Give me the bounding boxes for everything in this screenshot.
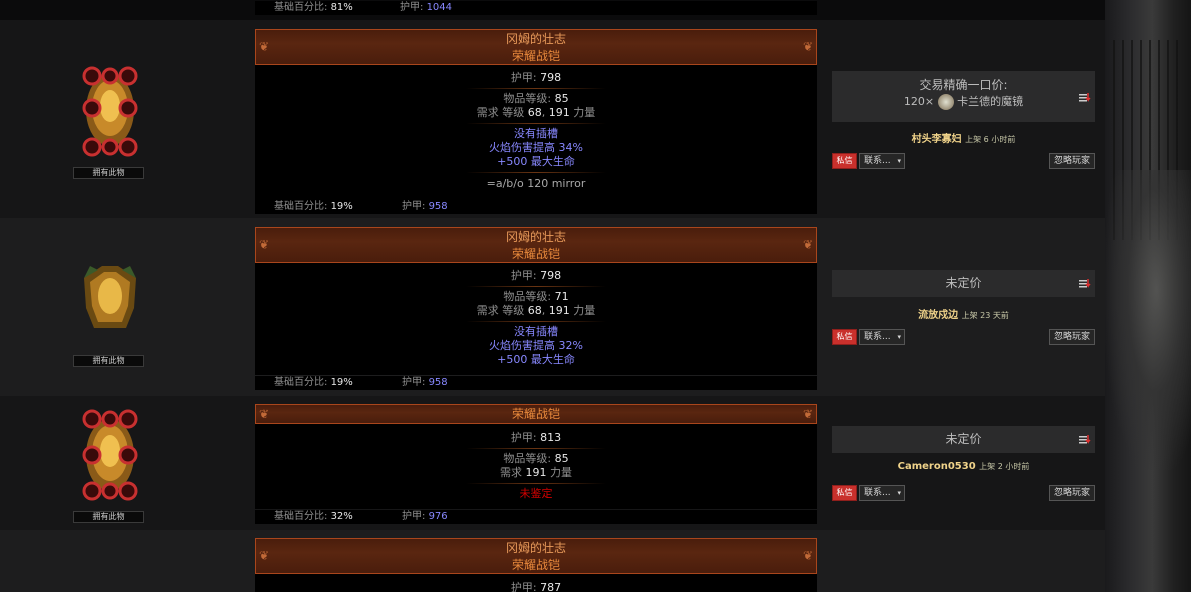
mod-line: +500 最大生命: [497, 353, 575, 366]
item-armour-icon[interactable]: [70, 405, 150, 505]
item-header: ❦ 荣耀战铠 ❦: [255, 404, 817, 424]
item-card[interactable]: ❦ 荣耀战铠 ❦ 护甲: 813 物品等级: 85 需求 191 力量 未鉴定: [255, 404, 817, 509]
ornament-left-icon: ❦: [259, 548, 270, 563]
listed-time: 上架 2 小时前: [979, 462, 1030, 471]
mod-line: 没有插槽: [514, 127, 558, 140]
seller-name[interactable]: 村头李寡妇: [912, 134, 962, 145]
seller-name[interactable]: 流放戍边: [918, 310, 958, 321]
owned-badge: 拥有此物: [73, 511, 144, 523]
separator: [466, 123, 606, 124]
item-footer: 基础百分比: 19% 护甲: 958: [255, 200, 817, 214]
item-card[interactable]: ❦ 冈姆的壮志 荣耀战铠 ❦ 护甲: 798 物品等级: 85 需求 等级 68…: [255, 29, 817, 200]
contact-dropdown[interactable]: 联系...: [859, 329, 905, 345]
price-title: 交易精确一口价:: [919, 78, 1008, 92]
separator: [466, 483, 606, 484]
whisper-button[interactable]: 私信: [832, 329, 857, 345]
previous-listing-footer: 基础百分比: 81% 护甲: 1044: [255, 1, 817, 15]
item-name: 冈姆的壮志: [505, 541, 566, 555]
item-level: 物品等级: 71: [503, 290, 569, 303]
item-armour-icon[interactable]: [70, 62, 150, 162]
mod-line: 火焰伤害提高 32%: [489, 339, 583, 352]
ornament-right-icon: ❦: [802, 407, 813, 421]
separator: [466, 448, 606, 449]
price-box: 交易精确一口价: 120× 卡兰德的魔镜: [832, 71, 1095, 122]
seller-info: 村头李寡妇 上架 6 小时前: [832, 130, 1095, 145]
seller-name[interactable]: Cameron0530: [898, 461, 976, 472]
mod-line: 没有插槽: [514, 325, 558, 338]
item-footer: 基础百分比: 19% 护甲: 958: [255, 376, 817, 390]
sort-price-icon[interactable]: [1079, 278, 1091, 290]
armour-stat: 护甲: 798: [510, 71, 562, 84]
price-box: 未定价: [832, 270, 1095, 297]
armour-stat: 护甲: 813: [510, 431, 562, 444]
item-base-type: 荣耀战铠: [511, 49, 560, 63]
item-armour-icon[interactable]: [70, 258, 150, 338]
item-level: 物品等级: 85: [503, 92, 569, 105]
item-name: 冈姆的壮志: [505, 32, 566, 46]
item-card[interactable]: ❦ 冈姆的壮志 荣耀战铠 ❦ 护甲: 787: [255, 538, 817, 592]
ornament-right-icon: ❦: [802, 39, 813, 54]
price-box: 未定价: [832, 426, 1095, 453]
mod-line: +500 最大生命: [497, 155, 575, 168]
mod-line: 火焰伤害提高 34%: [489, 141, 583, 154]
contact-dropdown[interactable]: 联系...: [859, 485, 905, 501]
item-level: 物品等级: 85: [503, 452, 569, 465]
mirror-currency-icon: [937, 94, 954, 110]
listed-time: 上架 6 小时前: [965, 135, 1016, 144]
separator: [466, 321, 606, 322]
ignore-player-button[interactable]: 忽略玩家: [1049, 329, 1095, 345]
armour-stat: 护甲: 787: [510, 581, 562, 592]
price-currency: 卡兰德的魔镜: [957, 95, 1024, 108]
item-card[interactable]: ❦ 冈姆的壮志 荣耀战铠 ❦ 护甲: 798 物品等级: 71 需求 等级 68…: [255, 227, 817, 375]
sort-price-icon[interactable]: [1079, 434, 1091, 446]
ornament-right-icon: ❦: [802, 548, 813, 563]
seller-info: Cameron0530 上架 2 小时前: [832, 461, 1095, 472]
item-base-type: 荣耀战铠: [511, 558, 560, 572]
price-title: 未定价: [945, 432, 982, 446]
ornament-right-icon: ❦: [802, 237, 813, 252]
armour-stat: 护甲: 798: [510, 269, 562, 282]
price-amount: 120×: [903, 95, 935, 108]
item-note: =a/b/o 120 mirror: [486, 177, 586, 190]
item-base-type: 荣耀战铠: [511, 247, 560, 261]
separator: [466, 286, 606, 287]
item-footer: 基础百分比: 32% 护甲: 976: [255, 510, 817, 524]
contact-dropdown[interactable]: 联系...: [859, 153, 905, 169]
separator: [466, 172, 606, 173]
separator: [466, 88, 606, 89]
ornament-left-icon: ❦: [259, 407, 270, 421]
item-name: 冈姆的壮志: [505, 230, 566, 244]
seller-info: 流放戍边 上架 23 天前: [832, 306, 1095, 321]
ignore-player-button[interactable]: 忽略玩家: [1049, 153, 1095, 169]
item-header: ❦ 冈姆的壮志 荣耀战铠 ❦: [255, 227, 817, 263]
ornament-left-icon: ❦: [259, 237, 270, 252]
item-base-type: 荣耀战铠: [511, 407, 560, 421]
requirements: 需求 191 力量: [500, 466, 572, 479]
whisper-button[interactable]: 私信: [832, 153, 857, 169]
owned-badge: 拥有此物: [73, 355, 144, 367]
sort-price-icon[interactable]: [1079, 92, 1091, 104]
background-right-art: [1105, 0, 1191, 592]
unidentified-label: 未鉴定: [519, 487, 553, 500]
ornament-left-icon: ❦: [259, 39, 270, 54]
requirements: 需求 等级 68, 191 力量: [476, 304, 596, 317]
owned-badge: 拥有此物: [73, 167, 144, 179]
item-header: ❦ 冈姆的壮志 荣耀战铠 ❦: [255, 29, 817, 65]
whisper-button[interactable]: 私信: [832, 485, 857, 501]
requirements: 需求 等级 68, 191 力量: [476, 106, 596, 119]
listed-time: 上架 23 天前: [961, 311, 1009, 320]
item-header: ❦ 冈姆的壮志 荣耀战铠 ❦: [255, 538, 817, 574]
ignore-player-button[interactable]: 忽略玩家: [1049, 485, 1095, 501]
price-title: 未定价: [945, 276, 982, 290]
